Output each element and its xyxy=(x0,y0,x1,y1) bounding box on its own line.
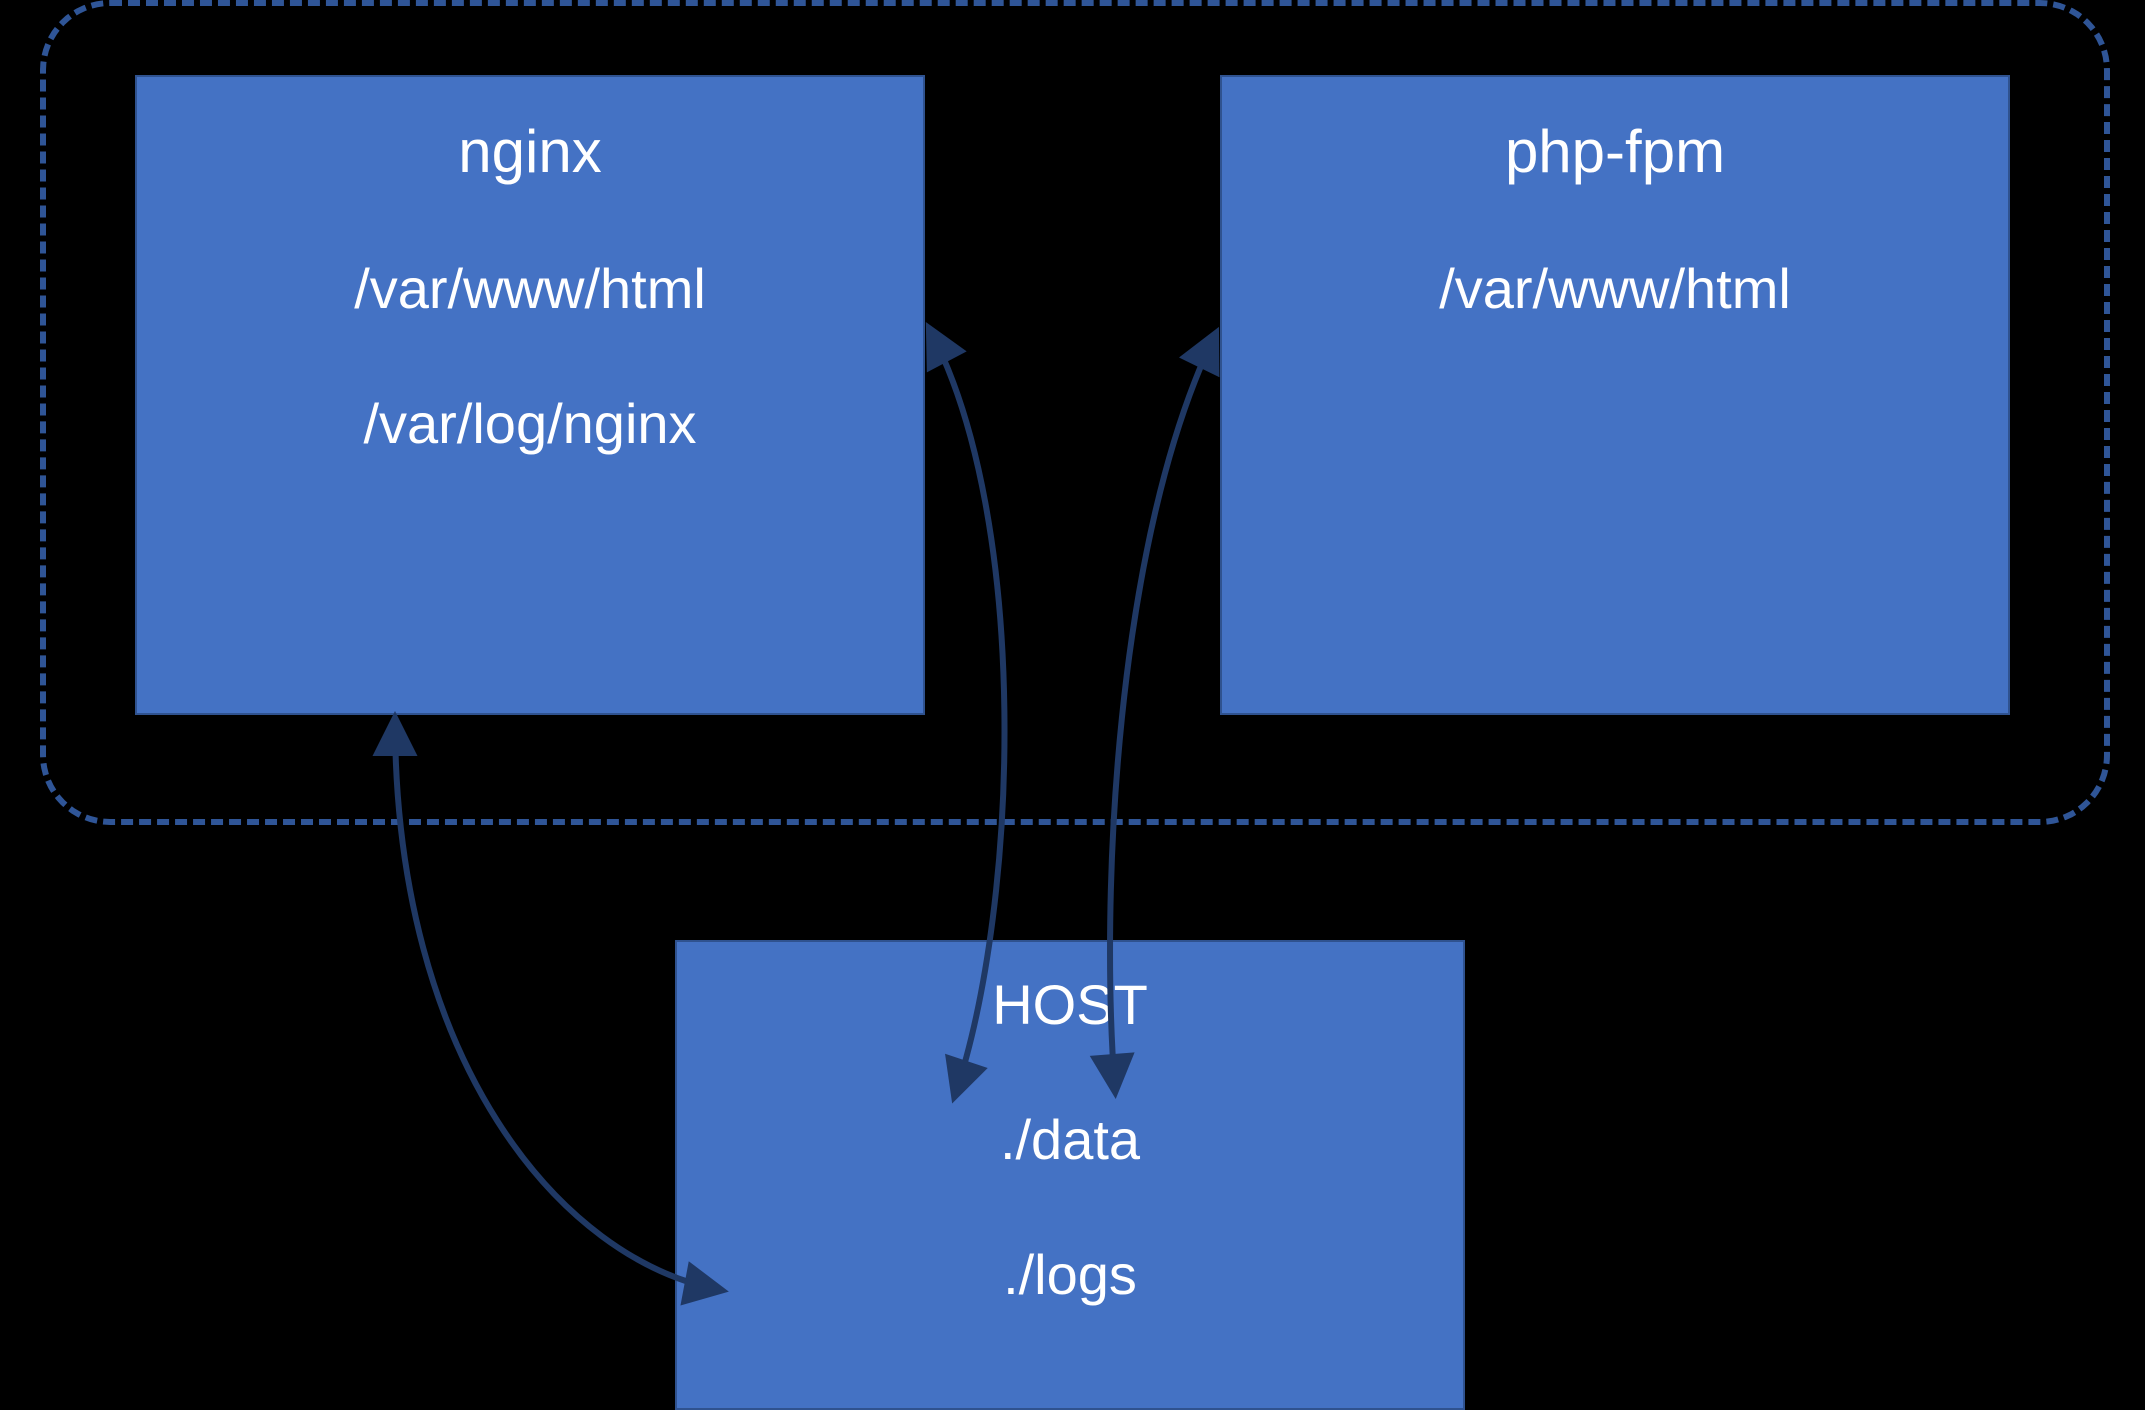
phpfpm-title: php-fpm xyxy=(1222,117,2008,186)
host-title: HOST xyxy=(677,972,1463,1037)
host-path-data: ./data xyxy=(677,1107,1463,1172)
host-box: HOST ./data ./logs xyxy=(675,940,1465,1410)
nginx-box: nginx /var/www/html /var/log/nginx xyxy=(135,75,925,715)
nginx-title: nginx xyxy=(137,117,923,186)
nginx-path-log: /var/log/nginx xyxy=(137,391,923,456)
diagram-canvas: nginx /var/www/html /var/log/nginx php-f… xyxy=(0,0,2145,1410)
phpfpm-path-html: /var/www/html xyxy=(1222,256,2008,321)
host-path-logs: ./logs xyxy=(677,1242,1463,1307)
nginx-path-html: /var/www/html xyxy=(137,256,923,321)
phpfpm-box: php-fpm /var/www/html xyxy=(1220,75,2010,715)
